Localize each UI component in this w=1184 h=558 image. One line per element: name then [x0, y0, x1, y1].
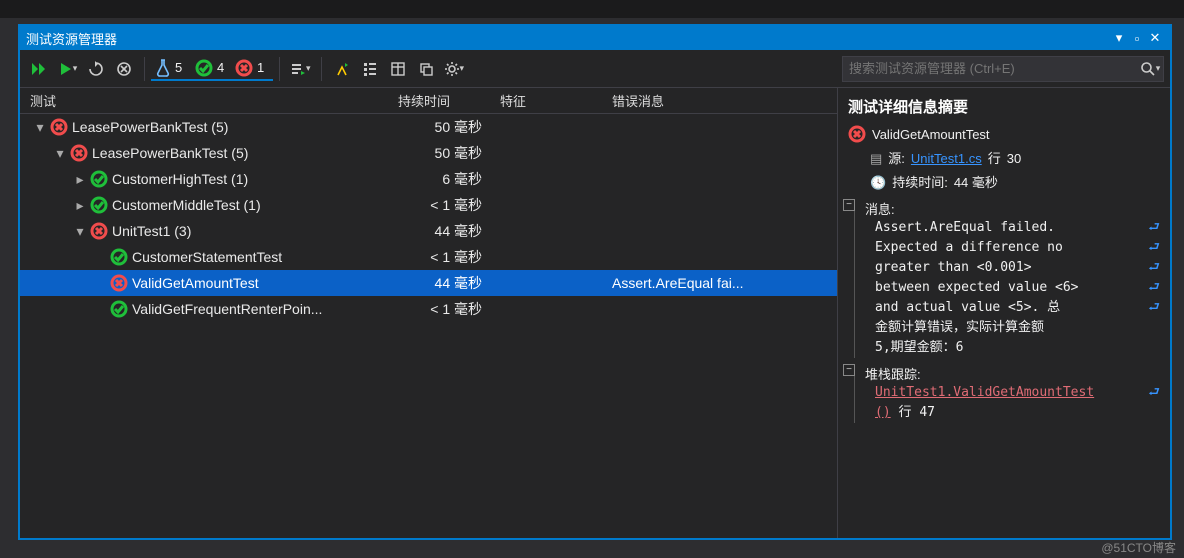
stack-line-label: 行 — [898, 405, 911, 420]
fail-icon — [848, 125, 866, 143]
status-icon — [110, 248, 128, 266]
test-duration: < 1 毫秒 — [398, 299, 500, 319]
summary-failed[interactable]: 1 — [235, 59, 269, 77]
expand-icon[interactable]: ▸ — [74, 171, 86, 188]
test-summary: 5 4 1 — [151, 57, 273, 81]
test-name: LeasePowerBankTest (5) — [92, 145, 248, 161]
group-by-button[interactable] — [356, 55, 384, 83]
col-test[interactable]: 测试 — [20, 91, 398, 110]
analyze-button[interactable] — [328, 55, 356, 83]
detail-title: 测试详细信息摘要 — [848, 96, 1160, 117]
test-name: CustomerHighTest (1) — [112, 171, 248, 187]
repeat-run-button[interactable] — [82, 55, 110, 83]
message-text: Assert.AreEqual failed.⮐ Expected a diff… — [865, 218, 1160, 358]
columns-button[interactable] — [384, 55, 412, 83]
expand-icon[interactable]: ▾ — [54, 145, 66, 162]
source-file-link[interactable]: UnitTest1.cs — [911, 149, 982, 169]
expand-icon[interactable]: ▾ — [74, 223, 86, 240]
status-icon — [90, 170, 108, 188]
col-error[interactable]: 错误消息 — [612, 91, 837, 110]
watermark: @51CTO博客 — [1101, 539, 1176, 556]
windows-button[interactable] — [412, 55, 440, 83]
clock-icon: 🕓 — [870, 173, 886, 193]
test-duration: < 1 毫秒 — [398, 195, 500, 215]
stack-label: 堆栈跟踪: — [865, 364, 1160, 383]
expand-icon[interactable]: ▸ — [74, 197, 86, 214]
status-icon — [110, 300, 128, 318]
test-name: CustomerMiddleTest (1) — [112, 197, 261, 213]
close-icon[interactable]: ✕ — [1146, 30, 1164, 46]
test-duration: 50 毫秒 — [398, 117, 500, 137]
dropdown-icon[interactable]: ▾ — [1110, 30, 1128, 46]
test-row[interactable]: ▾ LeasePowerBankTest (5) 50 毫秒 — [20, 114, 837, 140]
col-attribute[interactable]: 特征 — [500, 91, 612, 110]
test-row[interactable]: ▾ LeasePowerBankTest (5) 50 毫秒 — [20, 140, 837, 166]
message-block: − 消息: Assert.AreEqual failed.⮐ Expected … — [854, 199, 1160, 358]
stack-line: 47 — [919, 405, 935, 420]
summary-total[interactable]: 5 — [155, 59, 189, 77]
source-label: 源: — [888, 149, 905, 169]
detail-pane: 测试详细信息摘要 ValidGetAmountTest ▤ 源: UnitTes… — [838, 88, 1170, 538]
test-duration: < 1 毫秒 — [398, 247, 500, 267]
test-row[interactable]: ▸ CustomerHighTest (1) 6 毫秒 — [20, 166, 837, 192]
test-row[interactable]: ▸ CustomerMiddleTest (1) < 1 毫秒 — [20, 192, 837, 218]
summary-passed[interactable]: 4 — [195, 59, 229, 77]
status-icon — [90, 196, 108, 214]
expand-icon[interactable]: ▾ — [34, 119, 46, 136]
toolbar: ▾ 5 4 1 ▾ — [20, 50, 1170, 88]
test-duration: 6 毫秒 — [398, 169, 500, 189]
stack-link[interactable]: UnitTest1.ValidGetAmountTest — [875, 385, 1094, 400]
test-row[interactable]: ValidGetAmountTest 44 毫秒 Assert.AreEqual f… — [20, 270, 837, 296]
panel-title: 测试资源管理器 — [26, 29, 117, 48]
status-icon — [70, 144, 88, 162]
status-icon — [50, 118, 68, 136]
test-duration: 50 毫秒 — [398, 143, 500, 163]
test-name: CustomerStatementTest — [132, 249, 282, 265]
search-icon[interactable]: ▾ — [1137, 61, 1163, 77]
test-duration: 44 毫秒 — [398, 273, 500, 293]
search-box[interactable]: ▾ — [842, 56, 1164, 82]
status-icon — [110, 274, 128, 292]
test-name: UnitTest1 (3) — [112, 223, 191, 239]
maximize-icon[interactable]: ▫ — [1128, 31, 1146, 46]
run-button[interactable]: ▾ — [54, 55, 82, 83]
column-headers: 测试 持续时间 特征 错误消息 — [20, 88, 837, 114]
detail-test-name: ValidGetAmountTest — [872, 125, 990, 145]
test-rows: ▾ LeasePowerBankTest (5) 50 毫秒 ▾ LeasePowerB… — [20, 114, 837, 538]
test-name: ValidGetAmountTest — [132, 275, 259, 291]
message-label: 消息: — [865, 199, 1160, 218]
stack-block: − 堆栈跟踪: UnitTest1.ValidGetAmountTest⮐ ()… — [854, 364, 1160, 423]
cancel-run-button[interactable] — [110, 55, 138, 83]
status-icon — [90, 222, 108, 240]
test-explorer-panel: 测试资源管理器 ▾ ▫ ✕ ▾ 5 4 — [18, 24, 1172, 540]
test-tree: 测试 持续时间 特征 错误消息 ▾ LeasePowerBankTest (5) 5… — [20, 88, 838, 538]
playlist-button[interactable]: ▾ — [286, 55, 315, 83]
panel-titlebar[interactable]: 测试资源管理器 ▾ ▫ ✕ — [20, 26, 1170, 50]
collapse-toggle[interactable]: − — [843, 199, 855, 211]
test-row[interactable]: ValidGetFrequentRenterPoin... < 1 毫秒 — [20, 296, 837, 322]
duration-label: 持续时间: — [892, 173, 948, 193]
test-duration: 44 毫秒 — [398, 221, 500, 241]
editor-tabstrip — [0, 0, 1184, 18]
test-row[interactable]: CustomerStatementTest < 1 毫秒 — [20, 244, 837, 270]
search-input[interactable] — [843, 61, 1137, 76]
duration-value: 44 毫秒 — [954, 173, 998, 193]
source-line: 30 — [1007, 149, 1021, 169]
source-glyph-icon: ▤ — [870, 149, 882, 169]
test-name: ValidGetFrequentRenterPoin... — [132, 301, 322, 317]
test-row[interactable]: ▾ UnitTest1 (3) 44 毫秒 — [20, 218, 837, 244]
stack-link-paren[interactable]: () — [875, 405, 891, 420]
source-line-label: 行 — [988, 149, 1001, 169]
run-all-button[interactable] — [26, 55, 54, 83]
settings-button[interactable]: ▾ — [440, 55, 469, 83]
test-error: Assert.AreEqual fai... — [612, 275, 837, 291]
test-name: LeasePowerBankTest (5) — [72, 119, 228, 135]
col-duration[interactable]: 持续时间 — [398, 91, 500, 110]
collapse-toggle[interactable]: − — [843, 364, 855, 376]
